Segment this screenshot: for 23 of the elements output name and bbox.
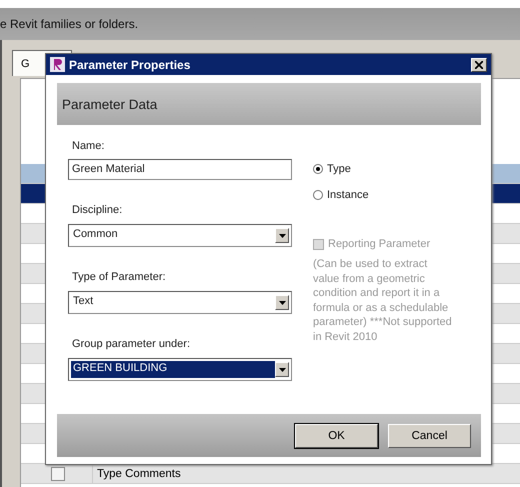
input-field[interactable]: Green Material bbox=[68, 159, 292, 180]
dropdown[interactable]: Common bbox=[68, 224, 292, 247]
field-label: Discipline: bbox=[72, 204, 124, 218]
radio-button[interactable]: Instance bbox=[313, 187, 453, 203]
banner-text: e Revit families or folders. bbox=[0, 17, 138, 31]
window-title: Parameter Properties bbox=[69, 58, 190, 72]
close-icon bbox=[475, 60, 483, 68]
caret-icon bbox=[278, 368, 286, 372]
dialog-button[interactable]: OK bbox=[295, 424, 378, 448]
dialog-button[interactable]: Cancel bbox=[388, 424, 471, 448]
app-icon bbox=[50, 57, 65, 72]
close-button[interactable] bbox=[471, 58, 487, 72]
field-label: Group parameter under: bbox=[72, 338, 192, 352]
dropdown[interactable]: Text bbox=[68, 291, 292, 314]
dropdown[interactable]: GREEN BUILDING bbox=[68, 358, 292, 381]
section-header: Parameter Data bbox=[57, 83, 481, 125]
checkbox[interactable] bbox=[51, 466, 65, 480]
radio-button[interactable]: Type bbox=[313, 161, 453, 177]
caret-icon bbox=[278, 234, 286, 238]
table-row[interactable]: Type Comments bbox=[21, 464, 520, 484]
field-label: Name: bbox=[72, 140, 106, 154]
note-text: (Can be used to extract value from a geometric condition and report it in a formula or as a schedulable parameter) ***Not supported in Revit 2010 bbox=[313, 257, 453, 344]
field-label: Type of Parameter: bbox=[72, 271, 167, 285]
